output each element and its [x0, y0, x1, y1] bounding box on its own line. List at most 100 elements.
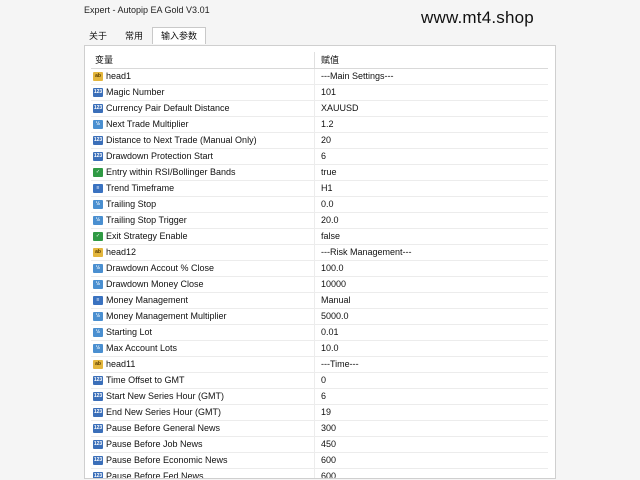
table-header: 变量 赋值: [91, 52, 548, 69]
table-row[interactable]: ab head11 ---Time---: [91, 357, 548, 373]
param-name-cell[interactable]: ½ Next Trade Multiplier: [91, 117, 315, 132]
double-param-icon: ½: [93, 328, 103, 337]
integer-param-icon: 123: [93, 88, 103, 97]
param-value[interactable]: true: [315, 165, 337, 180]
param-value[interactable]: 10.0: [315, 341, 339, 356]
window-title: Expert - Autopip EA Gold V3.01: [84, 5, 210, 15]
param-value[interactable]: 0: [315, 373, 326, 388]
param-name-cell[interactable]: ½ Money Management Multiplier: [91, 309, 315, 324]
param-value[interactable]: 100.0: [315, 261, 344, 276]
table-row[interactable]: ½ Trailing Stop Trigger 20.0: [91, 213, 548, 229]
param-name-cell[interactable]: ✓ Exit Strategy Enable: [91, 229, 315, 244]
param-value[interactable]: 6: [315, 389, 326, 404]
table-row[interactable]: 123 Pause Before Job News 450: [91, 437, 548, 453]
param-name: Time Offset to GMT: [106, 375, 185, 385]
param-name-cell[interactable]: 123 Pause Before Job News: [91, 437, 315, 452]
param-name-cell[interactable]: 123 Drawdown Protection Start: [91, 149, 315, 164]
param-value[interactable]: false: [315, 229, 340, 244]
param-value[interactable]: ---Main Settings---: [315, 69, 394, 84]
param-name-cell[interactable]: 123 Time Offset to GMT: [91, 373, 315, 388]
table-row[interactable]: ½ Next Trade Multiplier 1.2: [91, 117, 548, 133]
table-row[interactable]: ✓ Entry within RSI/Bollinger Bands true: [91, 165, 548, 181]
integer-param-icon: 123: [93, 456, 103, 465]
table-row[interactable]: 123 Time Offset to GMT 0: [91, 373, 548, 389]
tab-common[interactable]: 常用: [116, 27, 152, 44]
table-row[interactable]: 123 Pause Before Fed News 600: [91, 469, 548, 479]
table-row[interactable]: ≡ Trend Timeframe H1: [91, 181, 548, 197]
table-row[interactable]: ½ Money Management Multiplier 5000.0: [91, 309, 548, 325]
param-name: Trailing Stop Trigger: [106, 215, 187, 225]
integer-param-icon: 123: [93, 376, 103, 385]
param-name-cell[interactable]: ✓ Entry within RSI/Bollinger Bands: [91, 165, 315, 180]
param-name-cell[interactable]: 123 Pause Before General News: [91, 421, 315, 436]
param-name: Drawdown Protection Start: [106, 151, 214, 161]
param-value[interactable]: 450: [315, 437, 336, 452]
param-name-cell[interactable]: ab head1: [91, 69, 315, 84]
table-row[interactable]: 123 Pause Before Economic News 600: [91, 453, 548, 469]
parameters-table: 变量 赋值 ab head1 ---Main Settings--- 123 Magic…: [91, 52, 548, 479]
text-param-icon: ab: [93, 360, 103, 369]
param-value[interactable]: ---Time---: [315, 357, 359, 372]
table-row[interactable]: ½ Drawdown Money Close 10000: [91, 277, 548, 293]
param-name-cell[interactable]: ½ Max Account Lots: [91, 341, 315, 356]
param-value[interactable]: ---Risk Management---: [315, 245, 412, 260]
param-value[interactable]: 600: [315, 469, 336, 478]
tab-bar: 关于 常用 输入参数: [80, 27, 207, 45]
table-row[interactable]: ½ Drawdown Accout % Close 100.0: [91, 261, 548, 277]
title-bar: Expert - Autopip EA Gold V3.01: [0, 0, 640, 24]
param-value[interactable]: 20.0: [315, 213, 339, 228]
table-row[interactable]: 123 Start New Series Hour (GMT) 6: [91, 389, 548, 405]
table-row[interactable]: ½ Starting Lot 0.01: [91, 325, 548, 341]
param-value[interactable]: 101: [315, 85, 336, 100]
param-name-cell[interactable]: ½ Drawdown Money Close: [91, 277, 315, 292]
param-value[interactable]: 1.2: [315, 117, 334, 132]
table-row[interactable]: ½ Trailing Stop 0.0: [91, 197, 548, 213]
param-name-cell[interactable]: ≡ Money Management: [91, 293, 315, 308]
param-value[interactable]: 0.0: [315, 197, 334, 212]
enum-param-icon: ≡: [93, 184, 103, 193]
param-value[interactable]: XAUUSD: [315, 101, 359, 116]
param-value[interactable]: 0.01: [315, 325, 339, 340]
table-row[interactable]: 123 End New Series Hour (GMT) 19: [91, 405, 548, 421]
tab-about[interactable]: 关于: [80, 27, 116, 44]
table-row[interactable]: ≡ Money Management Manual: [91, 293, 548, 309]
table-row[interactable]: ab head12 ---Risk Management---: [91, 245, 548, 261]
header-value[interactable]: 赋值: [315, 52, 339, 68]
param-name-cell[interactable]: ½ Drawdown Accout % Close: [91, 261, 315, 276]
param-value[interactable]: 600: [315, 453, 336, 468]
param-value[interactable]: 6: [315, 149, 326, 164]
param-value[interactable]: 20: [315, 133, 331, 148]
table-row[interactable]: 123 Currency Pair Default Distance XAUUSD: [91, 101, 548, 117]
param-name-cell[interactable]: 123 Currency Pair Default Distance: [91, 101, 315, 116]
param-value[interactable]: H1: [315, 181, 333, 196]
param-name-cell[interactable]: 123 Pause Before Fed News: [91, 469, 315, 479]
param-name-cell[interactable]: 123 Magic Number: [91, 85, 315, 100]
param-name-cell[interactable]: ½ Trailing Stop: [91, 197, 315, 212]
param-value[interactable]: 10000: [315, 277, 346, 292]
param-name-cell[interactable]: ab head11: [91, 357, 315, 372]
enum-param-icon: ≡: [93, 296, 103, 305]
header-variable[interactable]: 变量: [91, 52, 315, 68]
param-value[interactable]: Manual: [315, 293, 351, 308]
param-name-cell[interactable]: 123 Distance to Next Trade (Manual Only): [91, 133, 315, 148]
table-row[interactable]: 123 Drawdown Protection Start 6: [91, 149, 548, 165]
table-row[interactable]: 123 Distance to Next Trade (Manual Only) 2…: [91, 133, 548, 149]
param-name-cell[interactable]: ½ Trailing Stop Trigger: [91, 213, 315, 228]
table-row[interactable]: ab head1 ---Main Settings---: [91, 69, 548, 85]
table-row[interactable]: 123 Magic Number 101: [91, 85, 548, 101]
tab-inputs[interactable]: 输入参数: [152, 27, 207, 44]
table-row[interactable]: 123 Pause Before General News 300: [91, 421, 548, 437]
param-name-cell[interactable]: 123 End New Series Hour (GMT): [91, 405, 315, 420]
param-name-cell[interactable]: ½ Starting Lot: [91, 325, 315, 340]
param-name-cell[interactable]: 123 Pause Before Economic News: [91, 453, 315, 468]
integer-param-icon: 123: [93, 472, 103, 479]
param-value[interactable]: 19: [315, 405, 331, 420]
param-name-cell[interactable]: 123 Start New Series Hour (GMT): [91, 389, 315, 404]
table-row[interactable]: ✓ Exit Strategy Enable false: [91, 229, 548, 245]
param-name-cell[interactable]: ab head12: [91, 245, 315, 260]
table-row[interactable]: ½ Max Account Lots 10.0: [91, 341, 548, 357]
param-name: Money Management: [106, 295, 189, 305]
param-value[interactable]: 5000.0: [315, 309, 349, 324]
param-name-cell[interactable]: ≡ Trend Timeframe: [91, 181, 315, 196]
param-value[interactable]: 300: [315, 421, 336, 436]
